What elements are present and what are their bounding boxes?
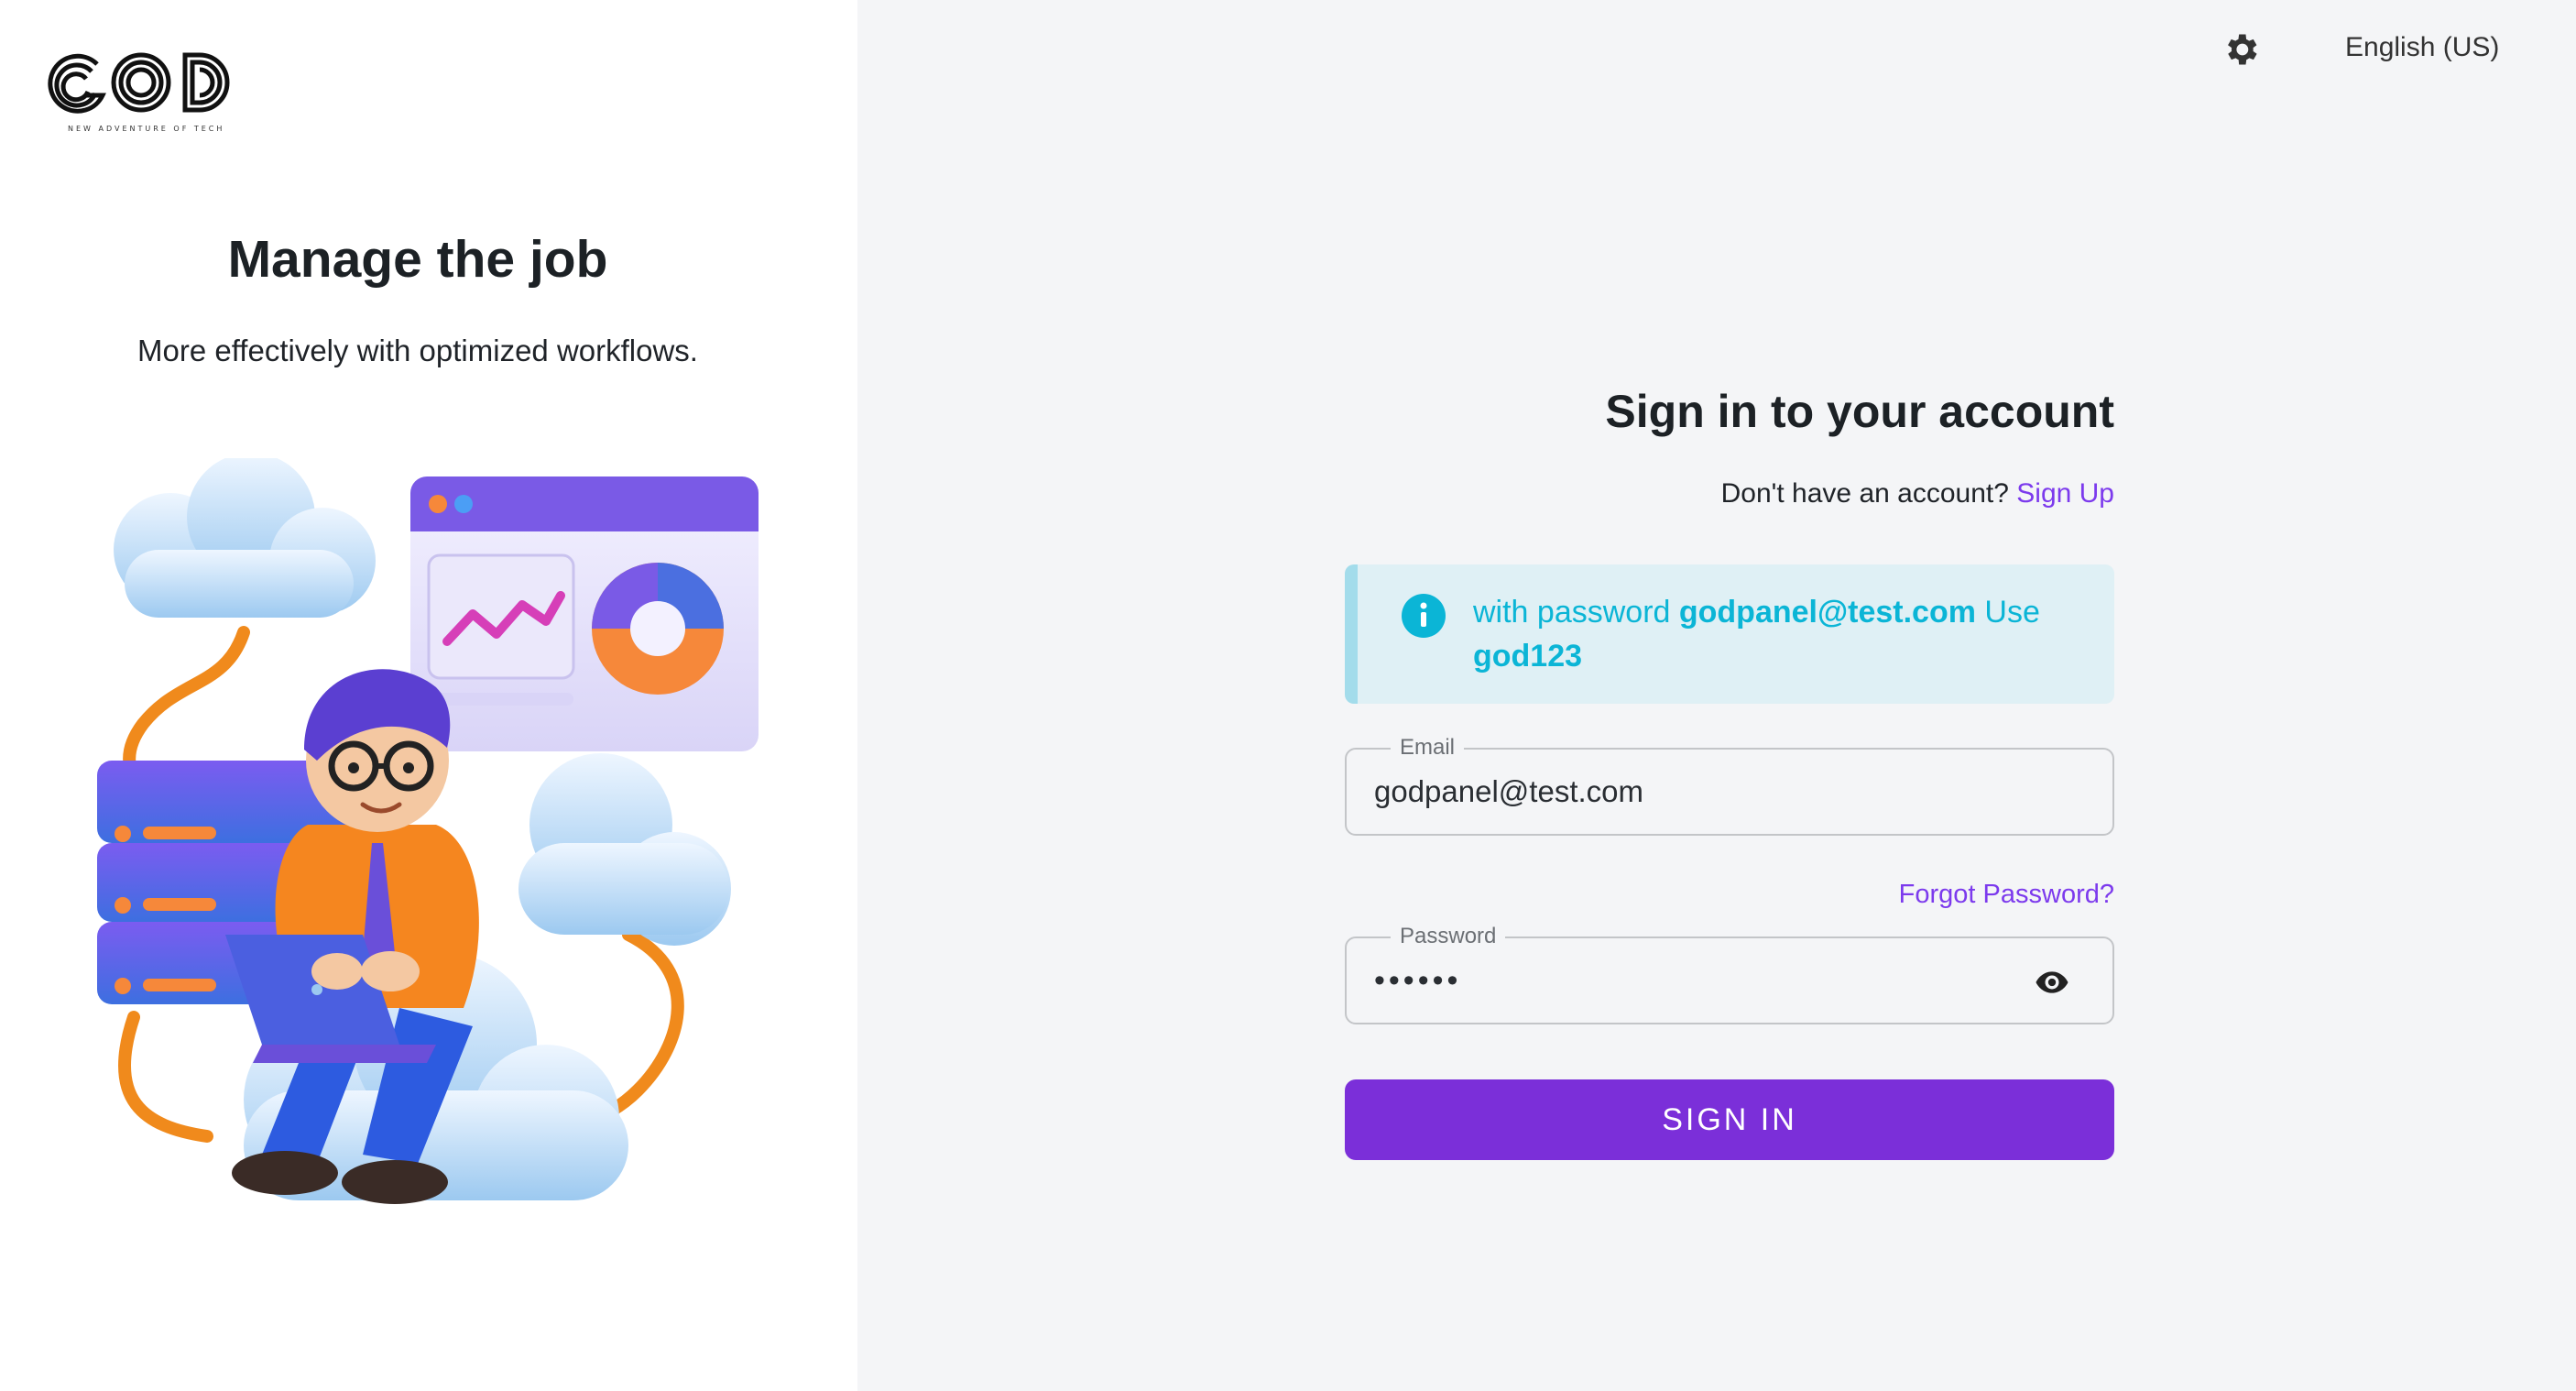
god-logo <box>48 46 242 137</box>
hero-title: Manage the job <box>227 230 608 289</box>
alert-middle: Use <box>1984 595 2040 630</box>
alert-password: god123 <box>1473 639 1583 674</box>
demo-credentials-alert: with password godpanel@test.com Use god1… <box>1345 564 2114 704</box>
forgot-row: Forgot Password? <box>1345 880 2114 916</box>
signin-button[interactable]: SIGN IN <box>1345 1079 2114 1160</box>
no-account-text: Don't have an account? <box>1720 478 2009 509</box>
email-input[interactable] <box>1374 750 2015 834</box>
alert-prefix: with password <box>1473 595 1671 630</box>
password-field: Password •••••• <box>1345 924 2114 1024</box>
email-field: Email <box>1345 735 2114 836</box>
settings-gear-icon[interactable] <box>2221 29 2261 70</box>
signup-prompt: Don't have an account? Sign Up <box>1345 478 2114 509</box>
developer-illustration <box>88 453 784 1246</box>
hero-subtitle: More effectively with optimized workflow… <box>137 334 698 367</box>
form-title: Sign in to your account <box>1605 386 2114 437</box>
forgot-password-link[interactable]: Forgot Password? <box>1899 880 2114 909</box>
password-input[interactable]: •••••• <box>1374 938 2015 1023</box>
info-icon <box>1402 594 1446 638</box>
language-selector[interactable]: English (US) <box>2345 27 2499 68</box>
signin-form: Sign in to your account Don't have an ac… <box>1345 385 2114 1160</box>
alert-email: godpanel@test.com <box>1678 595 1976 630</box>
signup-link[interactable]: Sign Up <box>2016 478 2114 509</box>
left-panel: NEW ADVENTURE OF TECH Manage the job Mor… <box>0 0 857 1391</box>
eye-icon[interactable] <box>2034 964 2070 1001</box>
logo-tagline: NEW ADVENTURE OF TECH <box>68 125 225 133</box>
